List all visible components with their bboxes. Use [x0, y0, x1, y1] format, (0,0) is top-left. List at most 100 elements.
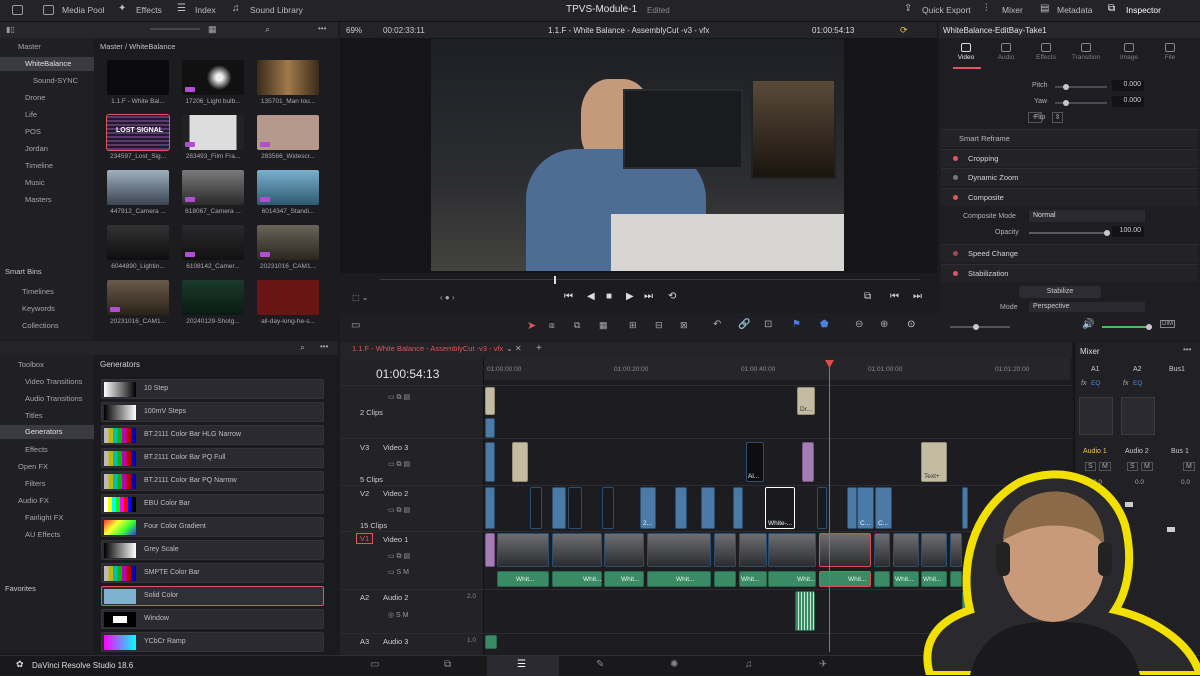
track-id-v1[interactable]: V1	[356, 533, 374, 544]
timeline-clip[interactable]	[768, 533, 816, 567]
tree-audio-transitions[interactable]: Audio Transitions	[0, 394, 94, 403]
timeline-clip[interactable]	[604, 533, 644, 567]
generator-item[interactable]: 100mV Steps	[101, 402, 324, 422]
smart-bin-collections[interactable]: Collections	[0, 321, 94, 330]
playhead[interactable]	[829, 362, 830, 652]
media-pool-button[interactable]: Media Pool	[62, 5, 105, 15]
track-name-v3[interactable]: Video 3	[383, 443, 408, 452]
inspector-icon[interactable]: ⧉	[1108, 3, 1115, 14]
clip-item[interactable]: 1.1.F - White Bal...	[107, 60, 169, 105]
color-page-icon[interactable]: ✺	[670, 659, 678, 670]
timeline-clip[interactable]	[530, 487, 542, 529]
scrubber-handle[interactable]	[554, 276, 556, 284]
audio-clip[interactable]	[795, 591, 815, 631]
timeline-clip[interactable]	[819, 533, 871, 567]
fusion-page-icon[interactable]: ✎	[596, 659, 604, 670]
tree-effects[interactable]: Effects	[0, 445, 94, 454]
bin-master[interactable]: Master	[0, 42, 94, 51]
prev-frame-icon[interactable]: ⏮	[890, 291, 899, 302]
clip-item[interactable]: 17206_Light bulb...	[182, 60, 244, 105]
track-lock-icon[interactable]: ▭ ⧉ ▤	[388, 393, 410, 402]
generator-item[interactable]: EBU Color Bar	[101, 494, 324, 514]
quick-export-button[interactable]: Quick Export	[922, 5, 971, 15]
timeline-clip[interactable]	[733, 487, 743, 529]
timeline-clip[interactable]: C...	[857, 487, 874, 529]
opacity-knob[interactable]	[1104, 230, 1110, 236]
audio-clip[interactable]: Whit...	[739, 571, 767, 587]
zoom-level[interactable]: 69%	[346, 26, 362, 35]
match-frame-icon[interactable]: ⧉	[864, 291, 871, 302]
timeline-clip[interactable]: Dr...	[797, 387, 815, 415]
tab-file[interactable]: File	[1150, 43, 1190, 61]
timeline-clip[interactable]	[817, 487, 827, 529]
snapping-icon[interactable]: ↶	[713, 319, 721, 330]
timeline-clip[interactable]	[802, 442, 814, 482]
blade-tool-icon[interactable]: ▦	[599, 320, 608, 331]
clip-item[interactable]: 6108142_Camer...	[182, 225, 244, 270]
viewer-title[interactable]: 1.1.F - White Balance - AssemblyCut -v3 …	[548, 26, 709, 35]
timeline-clip[interactable]	[847, 487, 857, 529]
tree-open-fx[interactable]: Open FX	[0, 462, 94, 471]
index-icon[interactable]: ☰	[177, 3, 186, 14]
tree-fairlight-fx[interactable]: Fairlight FX	[0, 513, 94, 522]
timeline-clip[interactable]	[701, 487, 715, 529]
timeline-clip[interactable]	[485, 487, 495, 529]
clip-item[interactable]: 135701_Man tou...	[257, 60, 319, 105]
deliver-page-icon[interactable]: ✈	[819, 659, 827, 670]
layout-icon[interactable]	[12, 5, 23, 15]
fx-label[interactable]: fx	[1081, 380, 1086, 387]
index-button[interactable]: Index	[195, 5, 216, 15]
timeline-clip[interactable]	[714, 533, 736, 567]
clip-item[interactable]: 20240129-Shotg...	[182, 280, 244, 325]
generator-item[interactable]: 10 Step	[101, 379, 324, 399]
track-lock-icon[interactable]: ▭ ⧉ ▤	[388, 506, 410, 515]
media-pool-icon[interactable]	[43, 5, 54, 15]
overlay-icon[interactable]: ⬚ ⌄	[352, 293, 368, 302]
play-reverse-button[interactable]: ◀	[587, 291, 595, 302]
bin-jordan[interactable]: Jordan	[0, 144, 94, 153]
tab-effects[interactable]: Effects	[1026, 43, 1066, 61]
track-solo-mute-icon[interactable]: ▭ S M	[388, 568, 409, 576]
zoom-full-icon[interactable]: ⊖	[855, 319, 863, 330]
generator-item[interactable]: SMPTE Color Bar	[101, 563, 324, 583]
tree-titles[interactable]: Titles	[0, 411, 94, 420]
audio-clip[interactable]	[874, 571, 890, 587]
volume-icon[interactable]: 🔊	[1082, 319, 1094, 330]
flip-vertical-button[interactable]: ⇕	[1052, 112, 1063, 123]
volume-knob[interactable]	[1146, 324, 1152, 330]
bin-whitebalance[interactable]: WhiteBalance	[0, 57, 94, 71]
tab-transition[interactable]: Transition	[1066, 43, 1106, 61]
linked-selection-icon[interactable]: 🔗	[738, 319, 750, 330]
marker-icon[interactable]: ⬟	[820, 319, 829, 330]
dim-button[interactable]: DIM	[1160, 320, 1175, 328]
audio-clip[interactable]: Whit...	[768, 571, 816, 587]
timeline-clip[interactable]: 2...	[640, 487, 656, 529]
clip-item[interactable]: 6044890_Lightin...	[107, 225, 169, 270]
timeline-clip[interactable]	[485, 418, 495, 438]
video-frame[interactable]	[431, 39, 844, 271]
smart-bin-keywords[interactable]: Keywords	[0, 304, 94, 313]
sidebar-toggle-icon[interactable]: ▮▯	[6, 25, 15, 34]
tree-video-transitions[interactable]: Video Transitions	[0, 377, 94, 386]
mixer-icon[interactable]: ⫶	[985, 3, 988, 14]
clip-item[interactable]: 6014347_Standi...	[257, 170, 319, 215]
tab-image[interactable]: Image	[1109, 43, 1149, 61]
audio-clip[interactable]	[714, 571, 736, 587]
tree-toolbox[interactable]: Toolbox	[0, 360, 94, 369]
effects-icon[interactable]: ✦	[118, 3, 126, 14]
bin-drone[interactable]: Drone	[0, 93, 94, 102]
track-lock-icon[interactable]: ▭ ⧉ ▤	[388, 460, 410, 469]
audio-clip[interactable]: Whit...	[604, 571, 644, 587]
timeline-ruler[interactable]	[484, 358, 1070, 380]
section-cropping[interactable]: Cropping	[941, 149, 1198, 167]
jump-start-button[interactable]: ⏮	[564, 291, 573, 302]
track-name-v1[interactable]: Video 1	[383, 535, 408, 544]
play-button[interactable]: ▶	[626, 291, 634, 302]
bin-timeline[interactable]: Timeline	[0, 161, 94, 170]
quick-export-icon[interactable]: ⇪	[904, 3, 912, 14]
generator-item[interactable]: Window	[101, 609, 324, 629]
section-composite[interactable]: Composite	[941, 188, 1198, 206]
next-frame-icon[interactable]: ⏭	[913, 291, 922, 302]
sound-library-button[interactable]: Sound Library	[250, 5, 303, 15]
overwrite-clip-icon[interactable]: ⊟	[655, 320, 663, 331]
